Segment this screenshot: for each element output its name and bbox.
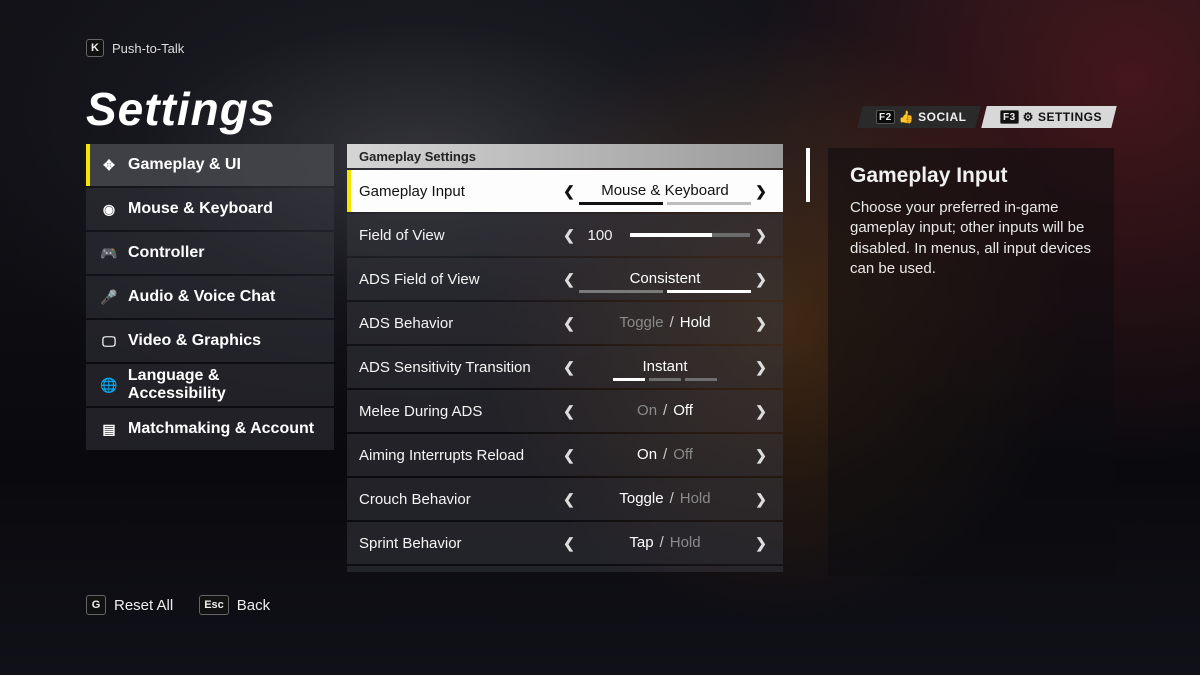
row-value: Mouse & Keyboard: [579, 182, 751, 201]
row-aiming-interrupts-reload[interactable]: Aiming Interrupts Reload ❮ On/Off ❯: [347, 434, 783, 476]
list-continues-indicator: [347, 566, 783, 572]
info-title: Gameplay Input: [850, 164, 1092, 188]
chevron-right-icon[interactable]: ❯: [751, 359, 771, 376]
top-tabs: F2 👍 SOCIAL F3 ⚙ SETTINGS: [860, 106, 1114, 128]
chevron-right-icon[interactable]: ❯: [751, 227, 771, 244]
row-label: Melee During ADS: [359, 403, 559, 420]
push-to-talk-hint: K Push-to-Talk: [86, 39, 184, 57]
row-value: On/Off: [579, 402, 751, 421]
chevron-left-icon[interactable]: ❮: [559, 403, 579, 420]
chevron-left-icon[interactable]: ❮: [559, 447, 579, 464]
fov-value: 100: [580, 227, 620, 244]
back-button[interactable]: Esc Back: [199, 595, 270, 615]
mouse-icon: ◉: [100, 201, 118, 218]
sidebar-item-controller[interactable]: 🎮 Controller: [86, 232, 334, 274]
chevron-left-icon[interactable]: ❮: [559, 359, 579, 376]
chevron-left-icon[interactable]: ❮: [559, 227, 579, 244]
row-ads-sensitivity-transition[interactable]: ADS Sensitivity Transition ❮ Instant ❯: [347, 346, 783, 388]
monitor-icon: 🖵: [100, 333, 118, 350]
chevron-left-icon[interactable]: ❮: [559, 183, 579, 200]
sidebar-item-gameplay-ui[interactable]: ✥ Gameplay & UI: [86, 144, 334, 186]
row-label: Field of View: [359, 227, 559, 244]
row-label: ADS Sensitivity Transition: [359, 359, 559, 376]
sidebar-item-label: Matchmaking & Account: [128, 420, 314, 438]
row-gameplay-input[interactable]: Gameplay Input ❮ Mouse & Keyboard ❯: [347, 170, 783, 212]
row-ads-field-of-view[interactable]: ADS Field of View ❮ Consistent ❯: [347, 258, 783, 300]
sidebar-item-label: Mouse & Keyboard: [128, 200, 273, 218]
footer-hints: G Reset All Esc Back: [86, 595, 270, 615]
row-label: Gameplay Input: [359, 183, 559, 200]
sidebar-item-label: Controller: [128, 244, 204, 262]
reset-all-button[interactable]: G Reset All: [86, 595, 173, 615]
row-crouch-behavior[interactable]: Crouch Behavior ❮ Toggle/Hold ❯: [347, 478, 783, 520]
info-body: Choose your preferred in-game gameplay i…: [850, 198, 1092, 279]
row-sprint-behavior[interactable]: Sprint Behavior ❮ Tap/Hold ❯: [347, 522, 783, 564]
sidebar-item-video-graphics[interactable]: 🖵 Video & Graphics: [86, 320, 334, 362]
section-header: Gameplay Settings: [347, 144, 783, 168]
row-value: Toggle/Hold: [579, 490, 751, 509]
crosshair-icon: ✥: [100, 157, 118, 174]
sidebar-item-language-accessibility[interactable]: 🌐 Language & Accessibility: [86, 364, 334, 406]
key-g: G: [86, 595, 106, 615]
chevron-left-icon[interactable]: ❮: [559, 535, 579, 552]
controller-icon: 🎮: [100, 245, 118, 262]
row-value: On/Off: [579, 446, 751, 465]
chevron-right-icon[interactable]: ❯: [751, 183, 771, 200]
sidebar-item-label: Video & Graphics: [128, 332, 261, 350]
tab-settings[interactable]: F3 ⚙ SETTINGS: [981, 106, 1116, 128]
chevron-right-icon[interactable]: ❯: [751, 535, 771, 552]
row-label: Sprint Behavior: [359, 535, 559, 552]
row-label: Crouch Behavior: [359, 491, 559, 508]
chevron-right-icon[interactable]: ❯: [751, 403, 771, 420]
reset-all-label: Reset All: [114, 597, 173, 614]
row-value: Consistent: [579, 270, 751, 289]
tab-social[interactable]: F2 👍 SOCIAL: [857, 106, 981, 128]
key-f3: F3: [1000, 110, 1019, 124]
row-value: Instant: [579, 358, 751, 377]
info-panel: Gameplay Input Choose your preferred in-…: [828, 148, 1114, 576]
chevron-right-icon[interactable]: ❯: [751, 491, 771, 508]
row-field-of-view[interactable]: Field of View ❮ 100 ❯: [347, 214, 783, 256]
row-value: Toggle/Hold: [579, 314, 751, 333]
row-label: Aiming Interrupts Reload: [359, 447, 559, 464]
row-label: ADS Field of View: [359, 271, 559, 288]
key-esc: Esc: [199, 595, 229, 615]
push-to-talk-label: Push-to-Talk: [112, 41, 184, 56]
sidebar-item-mouse-keyboard[interactable]: ◉ Mouse & Keyboard: [86, 188, 334, 230]
chevron-left-icon[interactable]: ❮: [559, 271, 579, 288]
row-value: Tap/Hold: [579, 534, 751, 553]
sidebar-item-audio-voice[interactable]: 🎤 Audio & Voice Chat: [86, 276, 334, 318]
key-k: K: [86, 39, 104, 57]
chevron-right-icon[interactable]: ❯: [751, 447, 771, 464]
chevron-right-icon[interactable]: ❯: [751, 315, 771, 332]
sidebar-item-matchmaking-account[interactable]: ▤ Matchmaking & Account: [86, 408, 334, 450]
sidebar-item-label: Gameplay & UI: [128, 156, 241, 174]
key-f2: F2: [876, 110, 895, 124]
chevron-left-icon[interactable]: ❮: [559, 491, 579, 508]
sidebar-item-label: Language & Accessibility: [128, 367, 320, 403]
chevron-left-icon[interactable]: ❮: [559, 315, 579, 332]
globe-icon: 🌐: [100, 377, 118, 394]
scrollbar-thumb[interactable]: [806, 148, 810, 202]
row-melee-during-ads[interactable]: Melee During ADS ❮ On/Off ❯: [347, 390, 783, 432]
settings-list: Gameplay Settings Gameplay Input ❮ Mouse…: [347, 144, 783, 572]
row-label: ADS Behavior: [359, 315, 559, 332]
sidebar-item-label: Audio & Voice Chat: [128, 288, 275, 306]
row-ads-behavior[interactable]: ADS Behavior ❮ Toggle/Hold ❯: [347, 302, 783, 344]
settings-sidebar: ✥ Gameplay & UI ◉ Mouse & Keyboard 🎮 Con…: [86, 144, 334, 450]
mic-icon: 🎤: [100, 289, 118, 306]
fov-slider[interactable]: 100: [579, 227, 751, 244]
back-label: Back: [237, 597, 270, 614]
chevron-right-icon[interactable]: ❯: [751, 271, 771, 288]
list-icon: ▤: [100, 421, 118, 438]
page-title: Settings: [86, 82, 275, 136]
